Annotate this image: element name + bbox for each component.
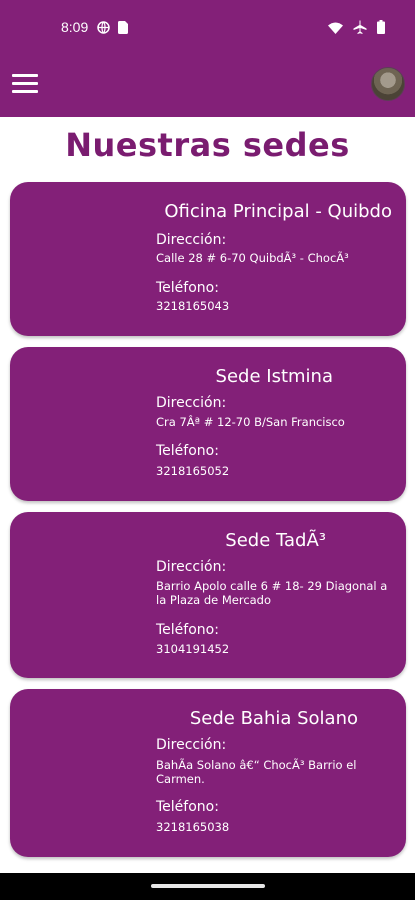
- sede-name: Sede Istmina: [215, 366, 333, 387]
- sede-card[interactable]: Sede TadÃ³ Dirección: Barrio Apolo calle…: [10, 512, 406, 678]
- hamburger-menu-icon[interactable]: [12, 72, 40, 96]
- sede-card[interactable]: Sede Istmina Dirección: Cra 7Âª # 12-70 …: [10, 347, 406, 501]
- telefono-value: 3218165043: [156, 299, 230, 313]
- top-bar: 8:09: [0, 0, 415, 117]
- status-right-icons: [328, 19, 385, 38]
- gesture-nav-bar: [0, 873, 415, 900]
- telefono-value: 3218165052: [156, 464, 230, 478]
- app-bar: [0, 56, 415, 117]
- sede-name: Oficina Principal - Quibdo: [164, 201, 392, 222]
- telefono-value: 3104191452: [156, 642, 230, 656]
- direccion-value: Barrio Apolo calle 6 # 18- 29 Diagonal a…: [156, 579, 388, 607]
- direccion-value: BahÃ­a Solano â€“ ChocÃ³ Barrio el Carme…: [156, 758, 357, 786]
- sim-card-icon: [118, 19, 128, 38]
- vpn-globe-icon: [97, 19, 110, 38]
- direccion-label: Dirección:: [156, 232, 227, 248]
- user-avatar[interactable]: [371, 67, 405, 101]
- direccion-label: Dirección:: [156, 559, 227, 575]
- telefono-label: Teléfono:: [156, 799, 219, 815]
- direccion-value: Calle 28 # 6-70 QuibdÃ³ - ChocÃ³: [156, 251, 349, 265]
- sede-name: Sede Bahia Solano: [189, 708, 358, 729]
- page-title: Nuestras sedes: [65, 126, 350, 164]
- telefono-label: Teléfono:: [156, 622, 219, 638]
- status-time: 8:09: [61, 19, 89, 35]
- telefono-value: 3218165038: [156, 820, 230, 834]
- telefono-label: Teléfono:: [156, 280, 219, 296]
- telefono-label: Teléfono:: [156, 443, 219, 459]
- home-indicator[interactable]: [151, 884, 265, 888]
- sede-card[interactable]: Oficina Principal - Quibdo Dirección: Ca…: [10, 182, 406, 336]
- status-bar: 8:09: [0, 0, 415, 56]
- wifi-icon: [328, 19, 343, 38]
- airplane-icon: [353, 19, 367, 38]
- direccion-label: Dirección:: [156, 395, 227, 411]
- direccion-label: Dirección:: [156, 737, 227, 753]
- direccion-value: Cra 7Âª # 12-70 B/San Francisco: [156, 415, 345, 429]
- sede-card[interactable]: Sede Bahia Solano Dirección: BahÃ­a Sola…: [10, 689, 406, 857]
- sede-name: Sede TadÃ³: [225, 530, 326, 551]
- status-left-icons: [97, 19, 128, 38]
- battery-icon: [377, 19, 385, 38]
